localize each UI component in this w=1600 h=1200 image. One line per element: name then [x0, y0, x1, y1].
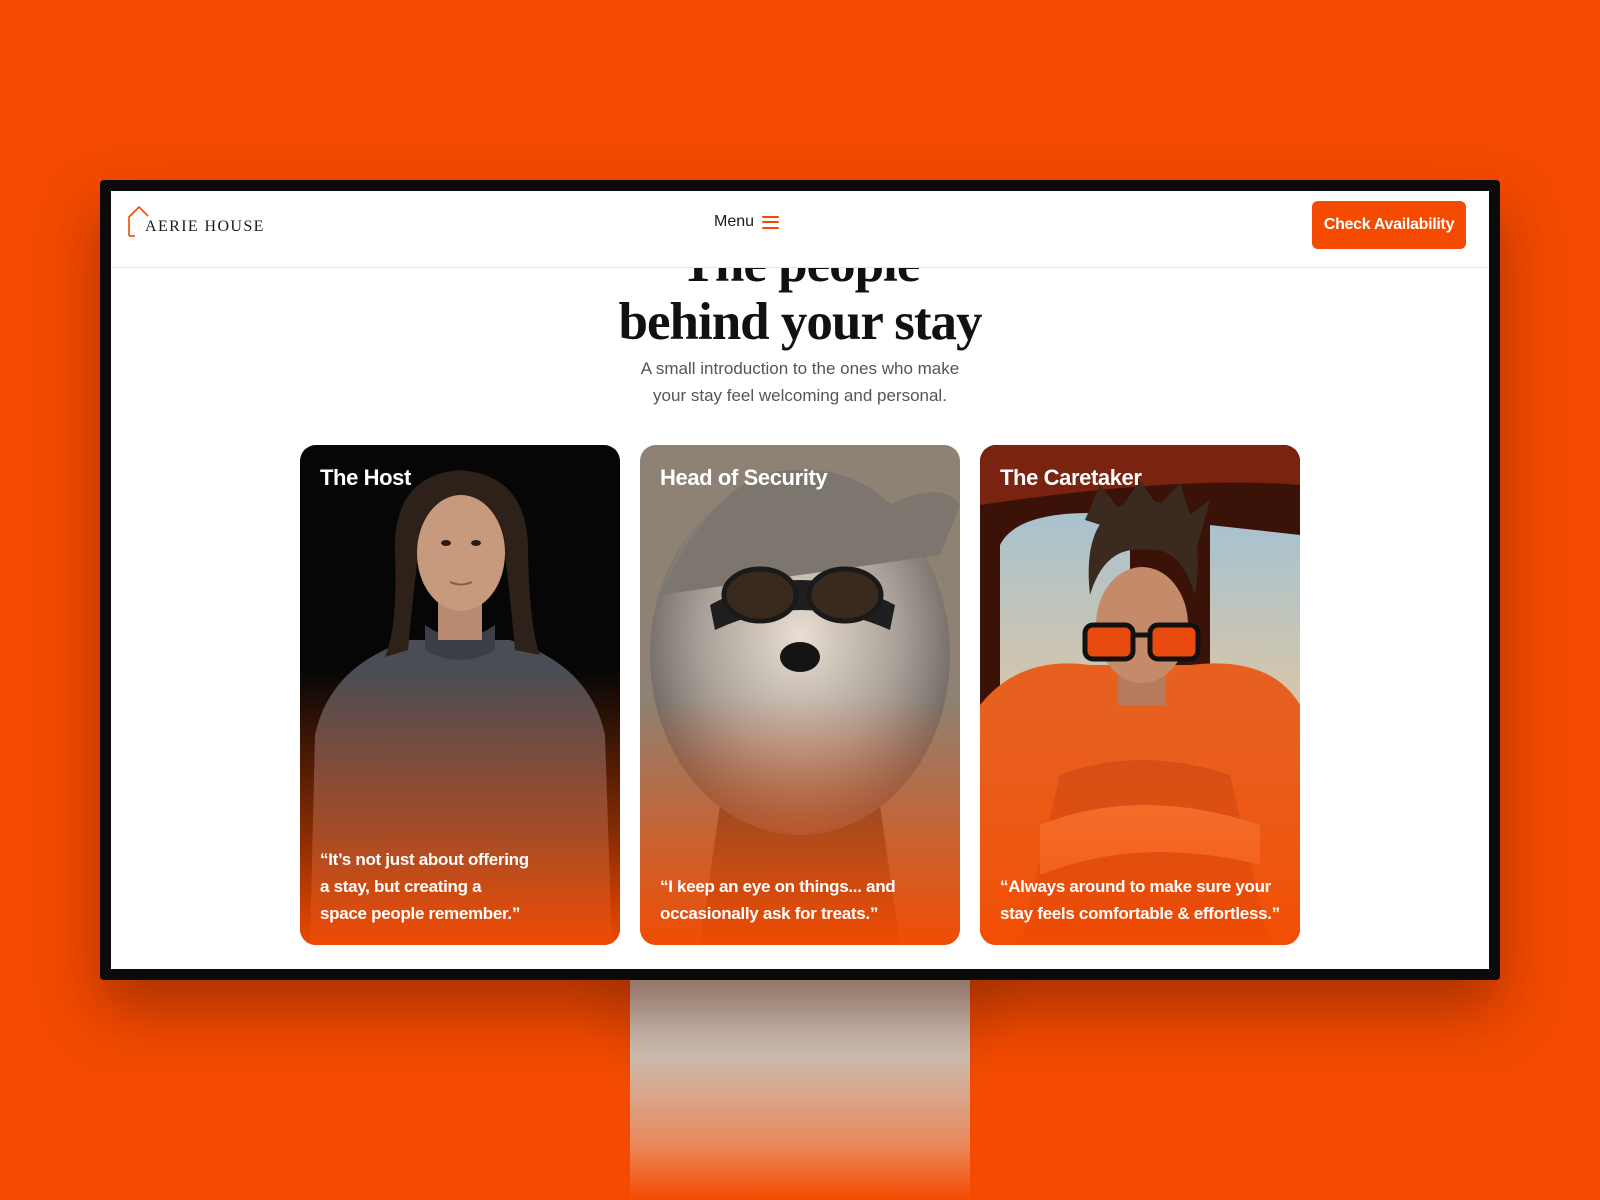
security-dog-portrait: [640, 445, 960, 945]
quote-line: “It’s not just about offering: [320, 850, 529, 869]
card-title: The Host: [320, 465, 411, 490]
quote-line: stay feels comfortable & effortless.”: [1000, 904, 1280, 923]
website-screen: The people behind your stay A small intr…: [111, 191, 1489, 969]
brand-logo[interactable]: AERIE HOUSE: [127, 203, 265, 237]
brand-name: AERIE HOUSE: [145, 218, 265, 235]
subtitle-line-2: your stay feel welcoming and personal.: [653, 386, 947, 405]
quote-line: “Always around to make sure your: [1000, 877, 1271, 896]
team-card-caretaker[interactable]: The Caretaker “Always around to make sur…: [980, 445, 1300, 945]
monitor-stand: [630, 975, 970, 1200]
check-availability-button[interactable]: Check Availability: [1312, 201, 1466, 249]
menu-label: Menu: [714, 213, 755, 230]
hamburger-icon: [762, 215, 780, 229]
site-header: AERIE HOUSE Menu Check Availability: [111, 191, 1489, 268]
menu-button[interactable]: Menu: [714, 213, 780, 231]
section-subtitle: A small introduction to the ones who mak…: [111, 355, 1489, 409]
quote-line: a stay, but creating a: [320, 877, 482, 896]
card-quote: “I keep an eye on things... and occasion…: [660, 873, 940, 927]
card-title: Head of Security: [660, 465, 828, 490]
subtitle-line-1: A small introduction to the ones who mak…: [640, 359, 960, 378]
team-card-security[interactable]: Head of Security “I keep an eye on thing…: [640, 445, 960, 945]
team-card-host[interactable]: The Host “It’s not just about offering a…: [300, 445, 620, 945]
team-cards: The Host “It’s not just about offering a…: [300, 445, 1300, 945]
caretaker-portrait: [980, 445, 1300, 945]
quote-line: space people remember.”: [320, 904, 521, 923]
heading-line-2: behind your stay: [618, 293, 983, 351]
quote-line: “I keep an eye on things... and: [660, 877, 896, 896]
card-quote: “It’s not just about offering a stay, bu…: [320, 846, 600, 927]
card-title: The Caretaker: [1000, 465, 1142, 490]
card-quote: “Always around to make sure your stay fe…: [1000, 873, 1280, 927]
quote-line: occasionally ask for treats.”: [660, 904, 879, 923]
monitor-frame: The people behind your stay A small intr…: [100, 180, 1500, 980]
